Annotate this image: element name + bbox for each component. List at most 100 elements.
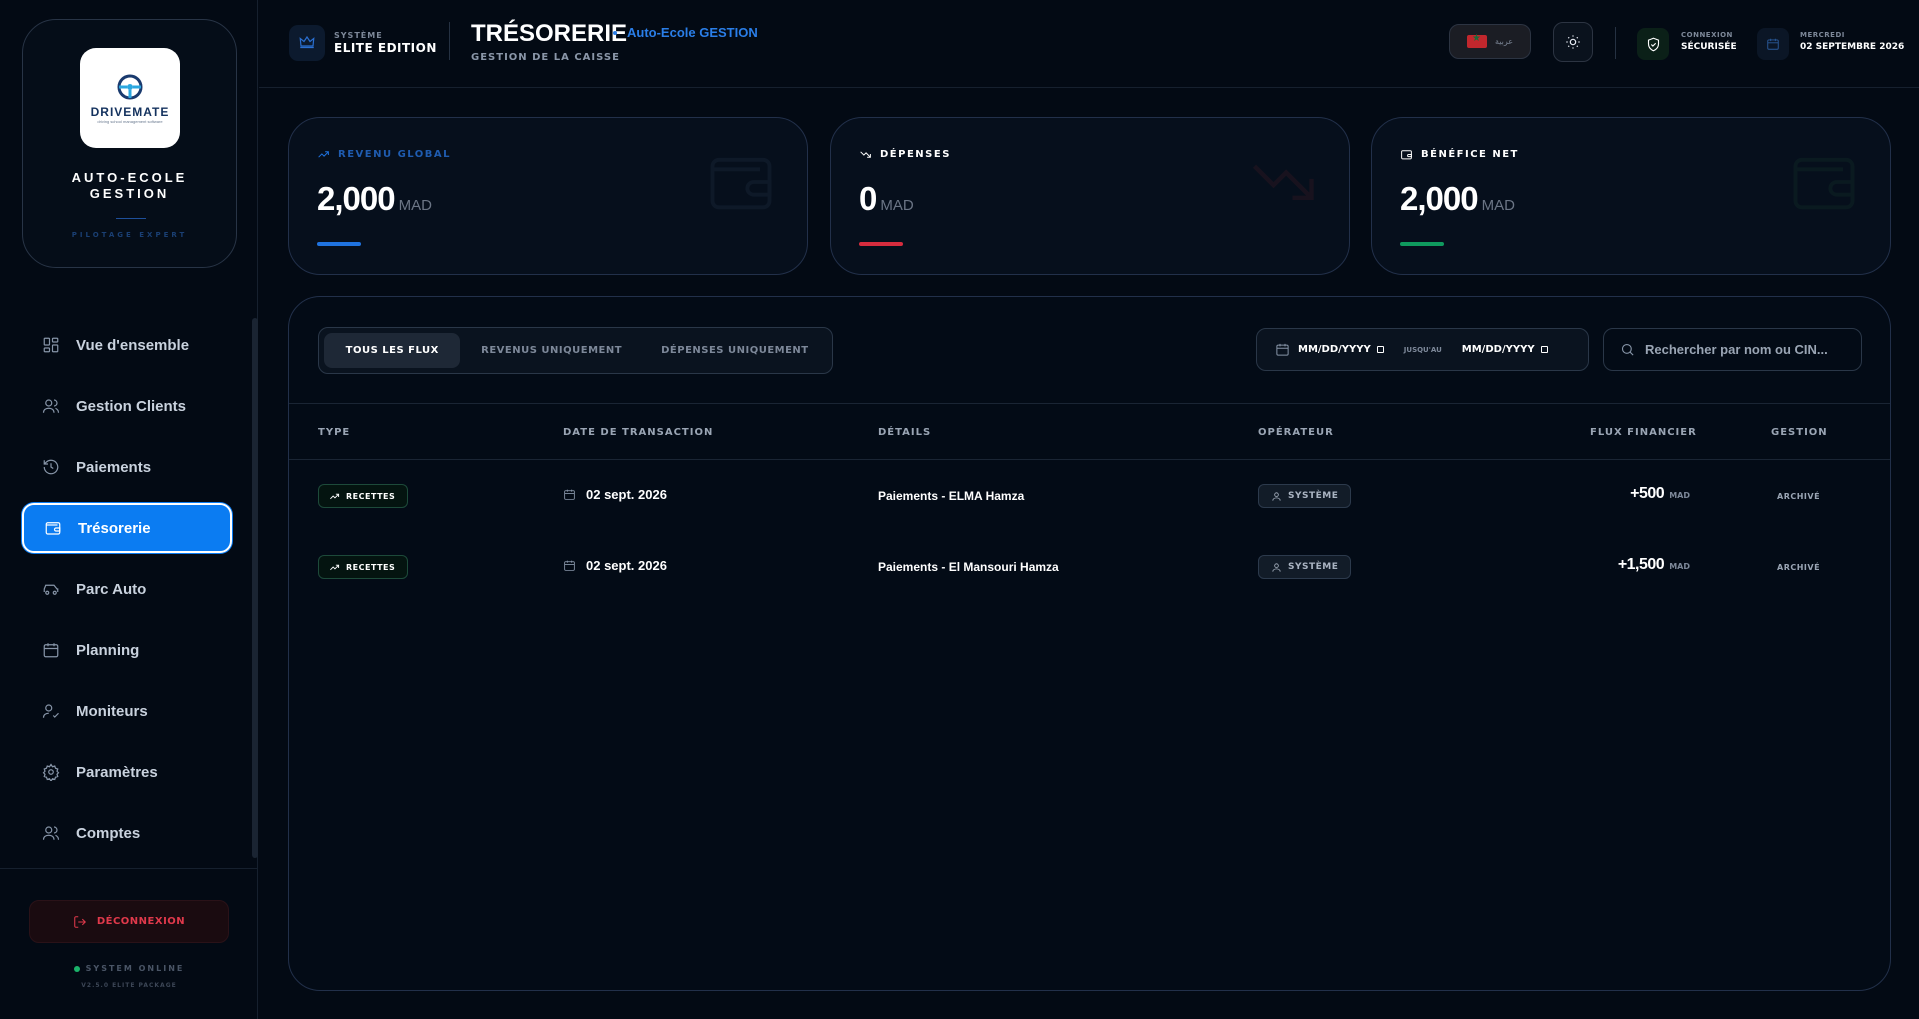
day-label: MERCREDI (1800, 31, 1845, 39)
sidebar-item-gestion-clients[interactable]: Gestion Clients (22, 381, 232, 431)
calendar-icon (43, 643, 59, 658)
user-icon (1272, 562, 1281, 572)
net-profit-accent-bar (1400, 242, 1444, 246)
amount-unit: MAD (1669, 491, 1690, 500)
sidebar-item-label: Parc Auto (76, 580, 147, 598)
trending-up-icon (330, 493, 340, 499)
current-date: 02 SEPTEMBRE 2026 (1800, 42, 1905, 52)
operator-badge: SYSTÈME (1258, 484, 1352, 508)
table-header: TYPE DATE DE TRANSACTION DÉTAILS OPÉRATE… (289, 403, 1890, 460)
brand-card: DRIVEMATE driving school management soft… (22, 19, 237, 268)
date-from-input[interactable]: MM/DD/YYYY (1298, 344, 1384, 355)
net-profit-card-label: BÉNÉFICE NET (1421, 149, 1519, 160)
transactions-panel: TOUS LES FLUX REVENUS UNIQUEMENT DÉPENSE… (288, 296, 1891, 991)
sun-icon (1566, 35, 1580, 49)
version-label: V2.5.0 ELITE PACKAGE (81, 982, 177, 989)
expenses-amount: 0 (859, 180, 877, 217)
type-label: RECETTES (346, 491, 396, 501)
revenue-amount: 2,000 (317, 180, 396, 217)
title-separator-dot (613, 31, 617, 35)
revenue-card: REVENU GLOBAL 2,000 MAD (288, 117, 808, 275)
table-row[interactable]: RECETTES 02 sept. 2026 Paiements - El Ma… (289, 538, 1890, 596)
sidebar-item-moniteurs[interactable]: Moniteurs (22, 686, 232, 736)
sidebar-item-vue-ensemble[interactable]: Vue d'ensemble (22, 320, 232, 370)
sidebar-item-parametres[interactable]: Paramètres (22, 747, 232, 797)
revenue-unit: MAD (398, 197, 432, 214)
transaction-amount: +1,500 MAD (1618, 556, 1690, 574)
net-profit-card-header: BÉNÉFICE NET (1400, 148, 1519, 161)
car-icon (43, 584, 59, 595)
date-range-filter: MM/DD/YYYY JUSQU'AU MM/DD/YYYY (1256, 328, 1589, 371)
wallet-icon (1401, 150, 1412, 160)
trending-down-icon (1245, 144, 1321, 220)
system-status-label: SYSTEM ONLINE (85, 964, 185, 973)
sidebar-item-planning[interactable]: Planning (22, 625, 232, 675)
net-profit-card: BÉNÉFICE NET 2,000 MAD (1371, 117, 1891, 275)
trending-up-icon (330, 564, 340, 570)
column-header-operator[interactable]: OPÉRATEUR (1258, 427, 1334, 438)
type-label: RECETTES (346, 562, 396, 572)
theme-toggle-button[interactable] (1553, 22, 1593, 62)
user-icon (1272, 491, 1281, 501)
language-switch-button[interactable]: عربية (1449, 24, 1531, 59)
column-header-management[interactable]: GESTION (1771, 427, 1828, 438)
type-badge: RECETTES (318, 555, 409, 579)
page-title: TRÉSORERIE (471, 20, 628, 47)
sidebar-scrollbar[interactable] (252, 318, 258, 858)
calendar-icon (1767, 38, 1779, 50)
date-picker-icon[interactable] (1540, 346, 1548, 353)
column-header-type[interactable]: TYPE (318, 427, 350, 438)
security-badge (1637, 28, 1669, 60)
users-icon (42, 826, 60, 840)
expenses-card: DÉPENSES 0 MAD (830, 117, 1350, 275)
page-subtitle: GESTION DE LA CAISSE (471, 52, 620, 63)
sidebar-item-label: Paiements (76, 458, 152, 476)
transaction-details: Paiements - ELMA Hamza (878, 489, 1025, 503)
tab-all-flows[interactable]: TOUS LES FLUX (324, 333, 461, 368)
system-label: SYSTÈME (334, 31, 383, 40)
net-profit-card-value: 2,000 MAD (1400, 180, 1515, 218)
transaction-amount: +500 MAD (1630, 485, 1690, 503)
sidebar-item-parc-auto[interactable]: Parc Auto (22, 564, 232, 614)
tab-expenses-only[interactable]: DÉPENSES UNIQUEMENT (643, 333, 827, 368)
user-check-icon (42, 704, 59, 718)
sidebar-item-label: Trésorerie (78, 519, 151, 537)
logout-button[interactable]: DÉCONNEXION (29, 900, 229, 943)
revenue-card-label: REVENU GLOBAL (338, 149, 452, 160)
transaction-date: 02 sept. 2026 (563, 487, 667, 502)
transaction-details: Paiements - El Mansouri Hamza (878, 560, 1059, 574)
tab-revenues-only[interactable]: REVENUS UNIQUEMENT (464, 333, 638, 368)
search-box (1603, 328, 1862, 371)
system-edition: ELITE EDITION (334, 41, 437, 55)
net-profit-unit: MAD (1481, 197, 1515, 214)
revenue-card-header: REVENU GLOBAL (317, 148, 451, 161)
date-picker-icon[interactable] (1376, 346, 1384, 353)
column-header-date[interactable]: DATE DE TRANSACTION (563, 427, 713, 438)
expenses-card-header: DÉPENSES (859, 148, 951, 161)
column-header-details[interactable]: DÉTAILS (878, 427, 931, 438)
morocco-flag-icon (1466, 33, 1487, 48)
flow-filter-tabs: TOUS LES FLUX REVENUS UNIQUEMENT DÉPENSE… (318, 327, 833, 374)
sidebar-item-label: Moniteurs (76, 702, 148, 720)
sidebar-item-comptes[interactable]: Comptes (22, 808, 232, 858)
crown-badge (289, 25, 325, 61)
connection-label: CONNEXION (1681, 31, 1733, 39)
logo-wordmark: DRIVEMATE (90, 104, 170, 119)
gear-icon (42, 763, 60, 781)
brand-divider (116, 218, 146, 219)
table-row[interactable]: RECETTES 02 sept. 2026 Paiements - ELMA … (289, 467, 1890, 525)
app-logo: DRIVEMATE driving school management soft… (80, 48, 180, 148)
revenue-card-value: 2,000 MAD (317, 180, 432, 218)
operator-label: SYSTÈME (1288, 491, 1339, 501)
calendar-icon (564, 560, 575, 571)
sidebar-divider (0, 868, 258, 869)
logout-label: DÉCONNEXION (96, 916, 186, 927)
column-header-amount[interactable]: FLUX FINANCIER (1590, 427, 1697, 438)
search-input[interactable] (1645, 342, 1855, 357)
sidebar-item-tresorerie[interactable]: Trésorerie (22, 503, 232, 553)
logo-tagline: driving school management software (97, 118, 163, 124)
date-to-input[interactable]: MM/DD/YYYY (1462, 344, 1548, 355)
sidebar-item-paiements[interactable]: Paiements (22, 442, 232, 492)
crown-icon (299, 35, 315, 49)
sidebar-item-label: Comptes (76, 824, 141, 842)
